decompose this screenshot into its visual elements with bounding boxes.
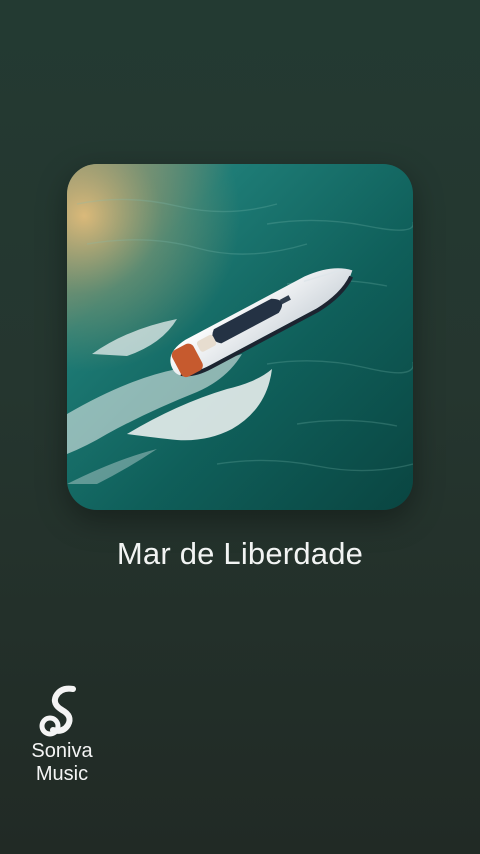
speedboat-ocean-artwork-icon bbox=[67, 164, 413, 510]
music-note-s-logo-icon bbox=[39, 685, 76, 737]
brand-name-line1: Soniva bbox=[31, 740, 93, 762]
brand-name: Soniva Music bbox=[20, 740, 104, 786]
song-title: Mar de Liberdade bbox=[116, 536, 364, 571]
brand-name-line2: Music bbox=[35, 763, 89, 785]
brand-badge: Soniva Music bbox=[20, 683, 104, 786]
player-screen: Mar de Liberdade Soniva Music bbox=[0, 0, 480, 854]
album-artwork[interactable] bbox=[67, 164, 413, 510]
